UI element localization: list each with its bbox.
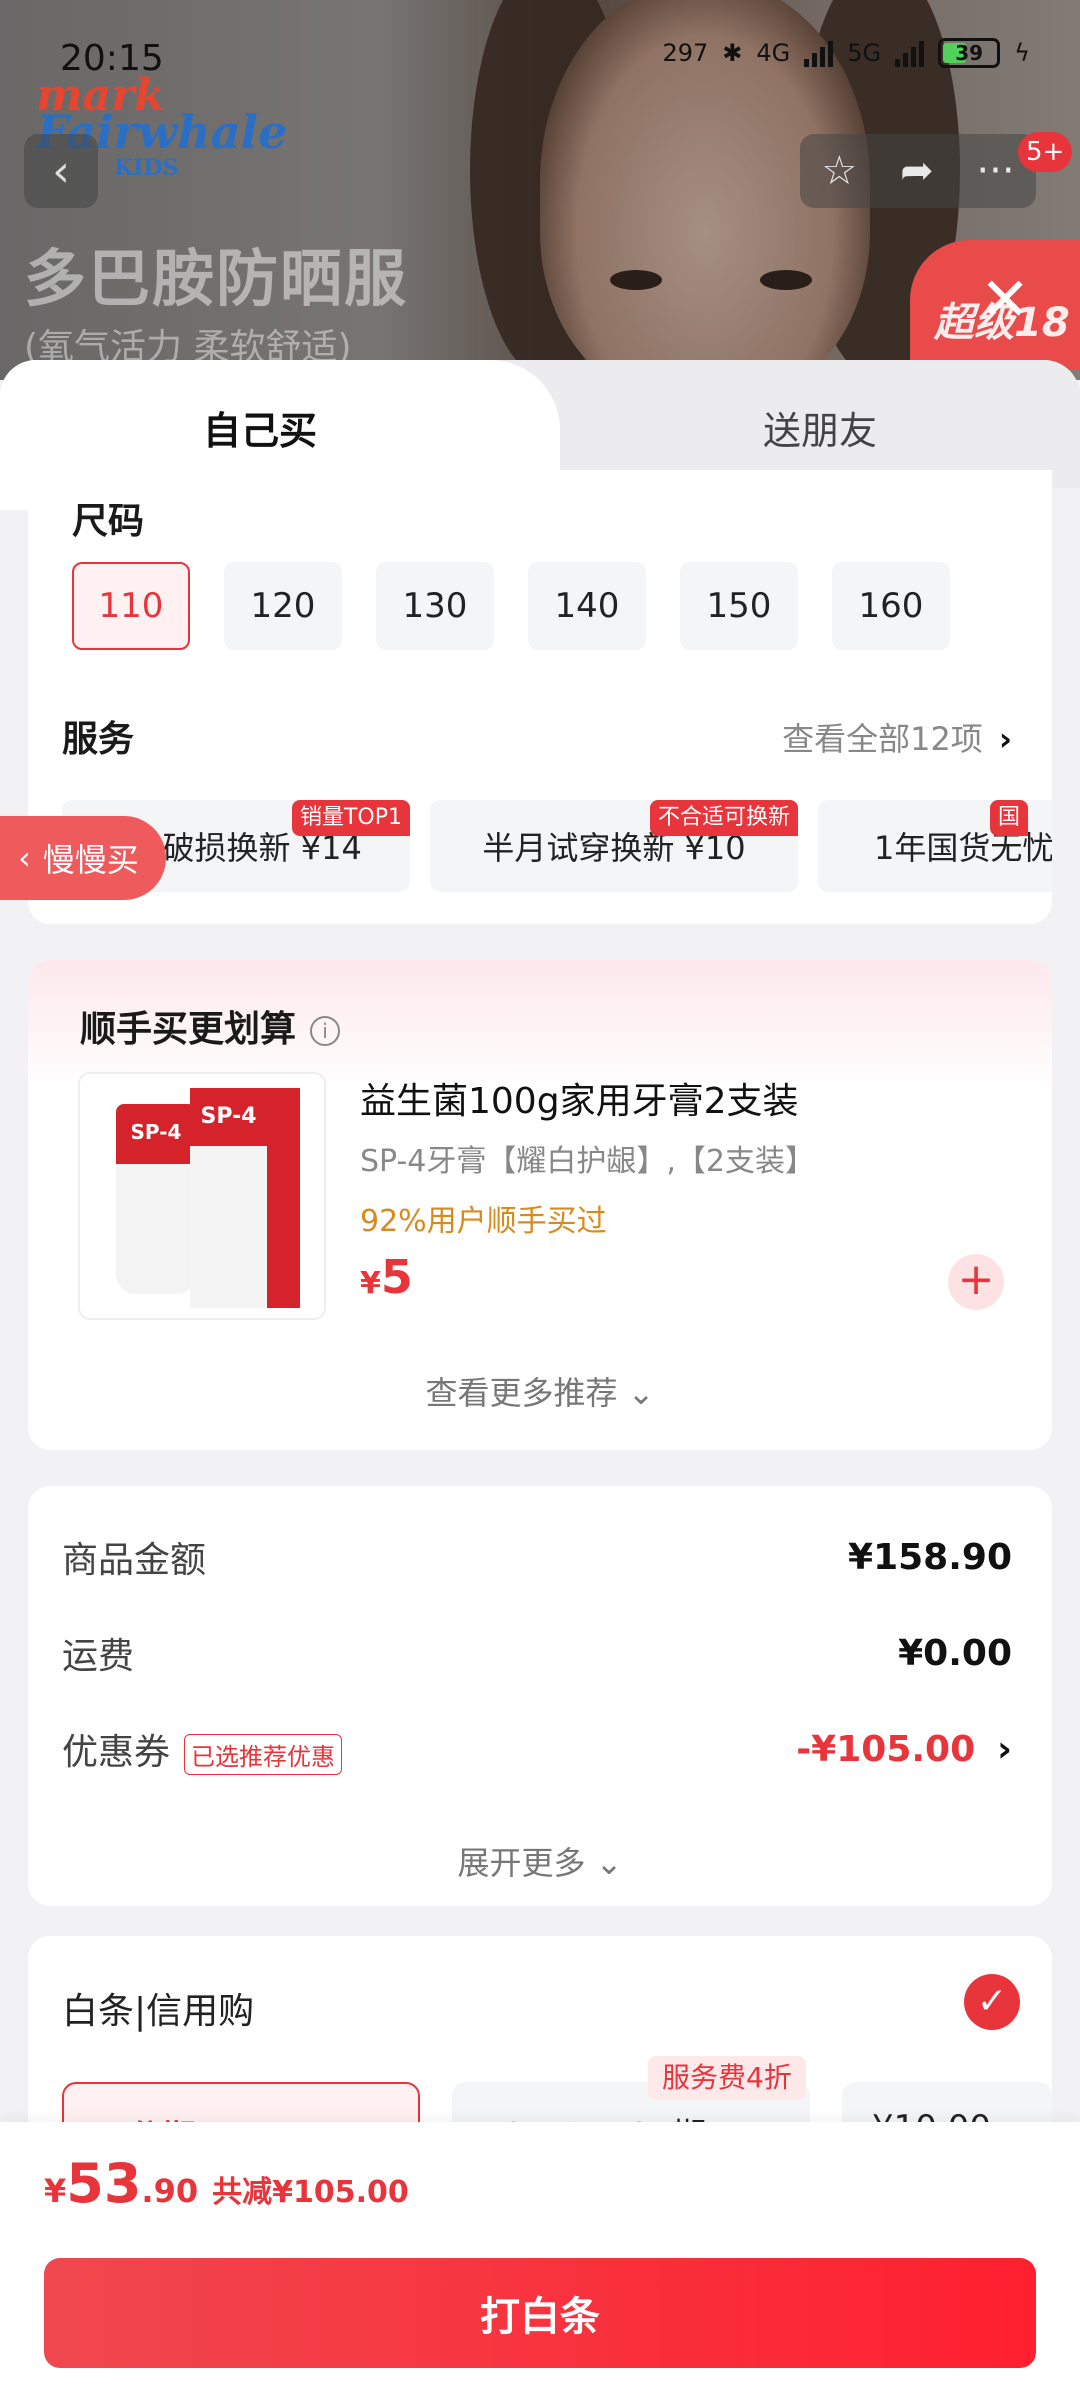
size-option-160[interactable]: 160 [832, 562, 950, 650]
size-title: 尺码 [72, 501, 145, 542]
size-options: 110 120 130 140 150 160 [72, 562, 950, 650]
plus-icon: + [957, 1254, 995, 1305]
service-fee-tag: 服务费4折 [648, 2056, 806, 2100]
close-icon[interactable]: ✕ [980, 270, 1030, 330]
recommend-card: 顺手买更划算 i SP-4 SP-4 益生菌100g家用牙膏2支装 SP-4牙膏【… [28, 960, 1052, 1450]
coupon-label-group: 优惠券 已选推荐优惠 [62, 1723, 343, 1775]
slow-buy-button[interactable]: ‹ 慢慢买 [0, 816, 166, 900]
product-price-value: 5 [380, 1250, 413, 1304]
shipping-value: ¥0.00 [898, 1632, 1012, 1674]
size-option-110[interactable]: 110 [72, 562, 190, 650]
service-item[interactable]: 1年国货无忧 国 [818, 800, 1052, 892]
expand-more-link[interactable]: 展开更多 ⌄ [28, 1838, 1052, 1884]
size-option-130[interactable]: 130 [376, 562, 494, 650]
status-icons: 297 ✱ 4G 5G 39 ϟ [662, 38, 1030, 68]
total-saved: 共减¥105.00 [212, 2175, 409, 2210]
toothpaste-box-image: SP-4 [190, 1088, 300, 1308]
buy-mode-tabs: 自己买 送朋友 [0, 360, 1080, 510]
toothpaste-tube-label: SP-4 [130, 1120, 182, 1144]
coupon-value-group: -¥105.00 › [796, 1729, 1012, 1770]
product-popularity: 92%用户顺手买过 [360, 1204, 607, 1239]
notification-badge: 5+ [1018, 132, 1073, 172]
service-view-all-label: 查看全部12项 [782, 720, 983, 758]
total-price: ¥53.90 共减¥105.00 [44, 2152, 409, 2215]
slow-buy-label: 慢慢买 [42, 841, 139, 879]
total-currency: ¥ [44, 2172, 67, 2210]
signal-icon [804, 39, 834, 67]
size-option-150[interactable]: 150 [680, 562, 798, 650]
back-button[interactable]: ‹ [24, 134, 98, 208]
toothpaste-tube-image: SP-4 [116, 1104, 196, 1294]
battery-level: 39 [955, 41, 984, 65]
recommend-title: 顺手买更划算 i [80, 1000, 341, 1052]
coupon-value: -¥105.00 [796, 1728, 976, 1770]
size-option-140[interactable]: 140 [528, 562, 646, 650]
more-icon[interactable]: ··· [976, 148, 1014, 194]
shipping-row: 运费 ¥0.00 [62, 1628, 1012, 1678]
chevron-right-icon: › [997, 1728, 1012, 1770]
shipping-label: 运费 [62, 1636, 135, 1677]
net-4g-label: 4G [756, 39, 791, 67]
check-icon[interactable]: ✓ [964, 1974, 1020, 2030]
service-view-all[interactable]: 查看全部12项 › [782, 714, 1012, 760]
status-time: 20:15 [60, 38, 164, 79]
add-product-button[interactable]: + [948, 1254, 1004, 1310]
service-item-tag: 国 [990, 800, 1029, 836]
bluetooth-icon: ✱ [722, 39, 743, 67]
size-option-120[interactable]: 120 [224, 562, 342, 650]
charging-icon: ϟ [1014, 39, 1030, 67]
purchase-sheet: 自己买 送朋友 尺码 110 120 130 140 150 160 服务 查看… [0, 360, 1080, 2400]
service-item-tag: 销量TOP1 [291, 800, 410, 836]
top-actions: ☆ ➦ ··· [800, 134, 1036, 208]
product-name[interactable]: 益生菌100g家用牙膏2支装 [360, 1072, 798, 1124]
goods-amount-label: 商品金额 [62, 1540, 207, 1581]
banner-slogan: 多巴胺防晒服 [24, 242, 409, 315]
total-integer: 53 [66, 2152, 142, 2215]
chevron-right-icon: › [998, 720, 1012, 758]
more-recommend-link[interactable]: 查看更多推荐 ⌄ [28, 1368, 1052, 1414]
tab-self[interactable]: 自己买 [0, 400, 520, 455]
checkout-bar: ¥53.90 共减¥105.00 打白条 [0, 2122, 1080, 2400]
product-price: ¥5 [360, 1250, 413, 1304]
net-speed: 297 [662, 39, 709, 67]
chevron-left-icon: ‹ [52, 145, 70, 197]
product-thumbnail[interactable]: SP-4 SP-4 [78, 1072, 326, 1320]
total-decimal: .90 [141, 2172, 199, 2210]
coupon-tag: 已选推荐优惠 [184, 1733, 343, 1775]
info-icon[interactable]: i [310, 1016, 341, 1046]
service-item[interactable]: 半月试穿换新 ¥10 不合适可换新 [430, 800, 798, 892]
service-item-tag: 不合适可换新 [649, 800, 798, 836]
coupon-row[interactable]: 优惠券 已选推荐优惠 -¥105.00 › [62, 1723, 1012, 1775]
coupon-label: 优惠券 [62, 1732, 171, 1773]
toothpaste-box-label: SP-4 [190, 1088, 267, 1146]
credit-title: 白条|信用购 [62, 1991, 255, 2032]
pay-with-baitiao-button[interactable]: 打白条 [44, 2258, 1036, 2368]
net-5g-label: 5G [847, 39, 882, 67]
service-title: 服务 [62, 719, 135, 760]
share-icon[interactable]: ➦ [900, 148, 934, 194]
price-summary-card: 商品金额 ¥158.90 运费 ¥0.00 优惠券 已选推荐优惠 -¥105.00… [28, 1486, 1052, 1906]
signal-icon [895, 39, 925, 67]
product-spec: SP-4牙膏【耀白护龈】,【2支装】 [360, 1144, 816, 1179]
battery-icon: 39 [938, 38, 1001, 68]
star-icon[interactable]: ☆ [821, 148, 857, 194]
product-price-currency: ¥ [360, 1266, 381, 1301]
tab-gift[interactable]: 送朋友 [560, 400, 1080, 455]
goods-amount-row: 商品金额 ¥158.90 [62, 1532, 1012, 1582]
service-list: 1年破损换新 ¥14 销量TOP1 半月试穿换新 ¥10 不合适可换新 1年国货… [62, 800, 1052, 900]
chevron-left-icon: ‹ [18, 839, 31, 877]
goods-amount-value: ¥158.90 [848, 1536, 1012, 1578]
recommend-title-label: 顺手买更划算 [80, 1009, 297, 1050]
